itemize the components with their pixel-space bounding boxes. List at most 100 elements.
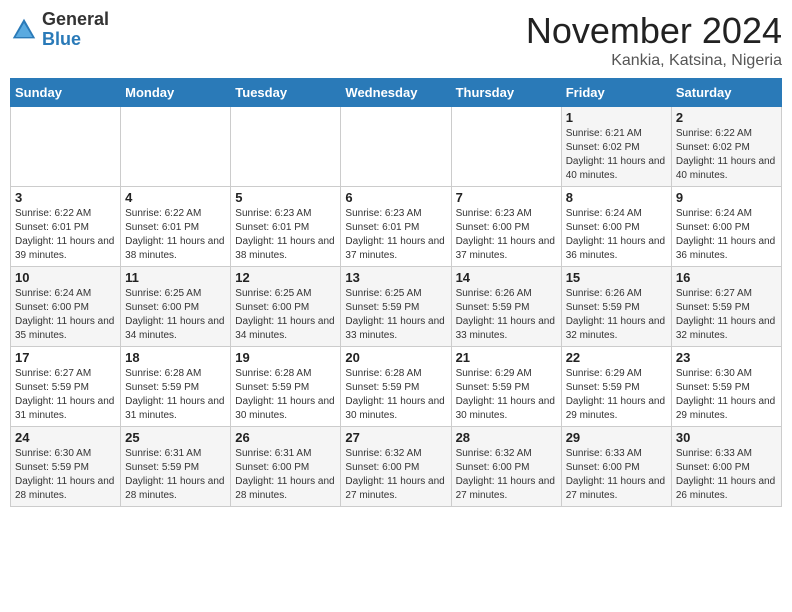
day-number: 9 (676, 190, 777, 205)
calendar-cell: 27 Sunrise: 6:32 AMSunset: 6:00 PMDayligh… (341, 427, 451, 507)
page-header: General Blue November 2024 Kankia, Katsi… (10, 10, 782, 70)
logo-icon (10, 16, 38, 44)
day-info: Sunrise: 6:25 AMSunset: 6:00 PMDaylight:… (235, 287, 336, 343)
day-info: Sunrise: 6:25 AMSunset: 6:00 PMDaylight:… (125, 287, 226, 343)
calendar-cell: 13 Sunrise: 6:25 AMSunset: 5:59 PMDayligh… (341, 267, 451, 347)
day-number: 7 (456, 190, 557, 205)
calendar-week-row: 1 Sunrise: 6:21 AMSunset: 6:02 PMDaylight… (11, 107, 782, 187)
day-info: Sunrise: 6:31 AMSunset: 5:59 PMDaylight:… (125, 447, 226, 503)
calendar-week-row: 10 Sunrise: 6:24 AMSunset: 6:00 PMDayligh… (11, 267, 782, 347)
day-info: Sunrise: 6:24 AMSunset: 6:00 PMDaylight:… (566, 207, 667, 263)
day-of-week-header: Wednesday (341, 79, 451, 107)
day-number: 6 (345, 190, 446, 205)
calendar-cell: 22 Sunrise: 6:29 AMSunset: 5:59 PMDayligh… (561, 347, 671, 427)
day-info: Sunrise: 6:29 AMSunset: 5:59 PMDaylight:… (456, 367, 557, 423)
calendar-cell: 23 Sunrise: 6:30 AMSunset: 5:59 PMDayligh… (671, 347, 781, 427)
day-info: Sunrise: 6:27 AMSunset: 5:59 PMDaylight:… (15, 367, 116, 423)
day-info: Sunrise: 6:24 AMSunset: 6:00 PMDaylight:… (15, 287, 116, 343)
day-of-week-header: Saturday (671, 79, 781, 107)
day-number: 12 (235, 270, 336, 285)
calendar-cell: 24Sunrise: 6:30 AMSunset: 5:59 PMDayligh… (11, 427, 121, 507)
day-info: Sunrise: 6:26 AMSunset: 5:59 PMDaylight:… (456, 287, 557, 343)
day-info: Sunrise: 6:27 AMSunset: 5:59 PMDaylight:… (676, 287, 777, 343)
day-info: Sunrise: 6:23 AMSunset: 6:01 PMDaylight:… (345, 207, 446, 263)
day-number: 5 (235, 190, 336, 205)
day-number: 18 (125, 350, 226, 365)
day-number: 1 (566, 110, 667, 125)
title-block: November 2024 Kankia, Katsina, Nigeria (526, 10, 782, 70)
calendar-week-row: 24Sunrise: 6:30 AMSunset: 5:59 PMDayligh… (11, 427, 782, 507)
day-number: 23 (676, 350, 777, 365)
day-of-week-header: Monday (121, 79, 231, 107)
day-number: 26 (235, 430, 336, 445)
day-info: Sunrise: 6:30 AMSunset: 5:59 PMDaylight:… (676, 367, 777, 423)
calendar-cell: 16Sunrise: 6:27 AMSunset: 5:59 PMDayligh… (671, 267, 781, 347)
day-number: 8 (566, 190, 667, 205)
day-number: 13 (345, 270, 446, 285)
day-info: Sunrise: 6:22 AMSunset: 6:02 PMDaylight:… (676, 127, 777, 183)
calendar-table: SundayMondayTuesdayWednesdayThursdayFrid… (10, 78, 782, 507)
day-info: Sunrise: 6:23 AMSunset: 6:01 PMDaylight:… (235, 207, 336, 263)
logo-general: General (42, 9, 109, 29)
day-number: 25 (125, 430, 226, 445)
calendar-week-row: 17 Sunrise: 6:27 AMSunset: 5:59 PMDayligh… (11, 347, 782, 427)
logo-text: General Blue (42, 10, 109, 50)
day-number: 17 (15, 350, 116, 365)
logo: General Blue (10, 10, 109, 50)
day-info: Sunrise: 6:22 AMSunset: 6:01 PMDaylight:… (125, 207, 226, 263)
calendar-cell: 9 Sunrise: 6:24 AMSunset: 6:00 PMDaylight… (671, 187, 781, 267)
day-info: Sunrise: 6:32 AMSunset: 6:00 PMDaylight:… (345, 447, 446, 503)
day-info: Sunrise: 6:24 AMSunset: 6:00 PMDaylight:… (676, 207, 777, 263)
day-number: 21 (456, 350, 557, 365)
calendar-cell: 14 Sunrise: 6:26 AMSunset: 5:59 PMDayligh… (451, 267, 561, 347)
day-number: 4 (125, 190, 226, 205)
calendar-cell: 1 Sunrise: 6:21 AMSunset: 6:02 PMDaylight… (561, 107, 671, 187)
calendar-cell: 15Sunrise: 6:26 AMSunset: 5:59 PMDayligh… (561, 267, 671, 347)
day-info: Sunrise: 6:33 AMSunset: 6:00 PMDaylight:… (566, 447, 667, 503)
calendar-cell: 19 Sunrise: 6:28 AMSunset: 5:59 PMDayligh… (231, 347, 341, 427)
calendar-cell (231, 107, 341, 187)
calendar-header: SundayMondayTuesdayWednesdayThursdayFrid… (11, 79, 782, 107)
day-info: Sunrise: 6:28 AMSunset: 5:59 PMDaylight:… (235, 367, 336, 423)
calendar-cell: 18 Sunrise: 6:28 AMSunset: 5:59 PMDayligh… (121, 347, 231, 427)
day-info: Sunrise: 6:22 AMSunset: 6:01 PMDaylight:… (15, 207, 116, 263)
calendar-cell: 26Sunrise: 6:31 AMSunset: 6:00 PMDayligh… (231, 427, 341, 507)
day-of-week-header: Friday (561, 79, 671, 107)
calendar-cell: 3Sunrise: 6:22 AMSunset: 6:01 PMDaylight… (11, 187, 121, 267)
day-info: Sunrise: 6:28 AMSunset: 5:59 PMDaylight:… (125, 367, 226, 423)
calendar-cell: 20 Sunrise: 6:28 AMSunset: 5:59 PMDayligh… (341, 347, 451, 427)
calendar-cell: 28Sunrise: 6:32 AMSunset: 6:00 PMDayligh… (451, 427, 561, 507)
month-title: November 2024 (526, 10, 782, 52)
day-info: Sunrise: 6:28 AMSunset: 5:59 PMDaylight:… (345, 367, 446, 423)
day-number: 22 (566, 350, 667, 365)
calendar-cell (121, 107, 231, 187)
day-number: 19 (235, 350, 336, 365)
calendar-cell: 8 Sunrise: 6:24 AMSunset: 6:00 PMDaylight… (561, 187, 671, 267)
day-info: Sunrise: 6:29 AMSunset: 5:59 PMDaylight:… (566, 367, 667, 423)
calendar-cell: 29 Sunrise: 6:33 AMSunset: 6:00 PMDayligh… (561, 427, 671, 507)
logo-blue: Blue (42, 29, 81, 49)
calendar-cell: 12 Sunrise: 6:25 AMSunset: 6:00 PMDayligh… (231, 267, 341, 347)
day-number: 29 (566, 430, 667, 445)
day-info: Sunrise: 6:26 AMSunset: 5:59 PMDaylight:… (566, 287, 667, 343)
calendar-cell: 21 Sunrise: 6:29 AMSunset: 5:59 PMDayligh… (451, 347, 561, 427)
day-number: 2 (676, 110, 777, 125)
day-info: Sunrise: 6:32 AMSunset: 6:00 PMDaylight:… (456, 447, 557, 503)
location: Kankia, Katsina, Nigeria (526, 52, 782, 70)
day-info: Sunrise: 6:21 AMSunset: 6:02 PMDaylight:… (566, 127, 667, 183)
day-info: Sunrise: 6:23 AMSunset: 6:00 PMDaylight:… (456, 207, 557, 263)
calendar-cell: 17 Sunrise: 6:27 AMSunset: 5:59 PMDayligh… (11, 347, 121, 427)
calendar-cell: 10 Sunrise: 6:24 AMSunset: 6:00 PMDayligh… (11, 267, 121, 347)
day-number: 10 (15, 270, 116, 285)
day-info: Sunrise: 6:25 AMSunset: 5:59 PMDaylight:… (345, 287, 446, 343)
calendar-cell: 7 Sunrise: 6:23 AMSunset: 6:00 PMDaylight… (451, 187, 561, 267)
day-number: 14 (456, 270, 557, 285)
day-number: 27 (345, 430, 446, 445)
calendar-cell (11, 107, 121, 187)
day-of-week-header: Sunday (11, 79, 121, 107)
day-number: 11 (125, 270, 226, 285)
day-number: 20 (345, 350, 446, 365)
day-info: Sunrise: 6:30 AMSunset: 5:59 PMDaylight:… (15, 447, 116, 503)
day-number: 30 (676, 430, 777, 445)
calendar-cell: 11 Sunrise: 6:25 AMSunset: 6:00 PMDayligh… (121, 267, 231, 347)
